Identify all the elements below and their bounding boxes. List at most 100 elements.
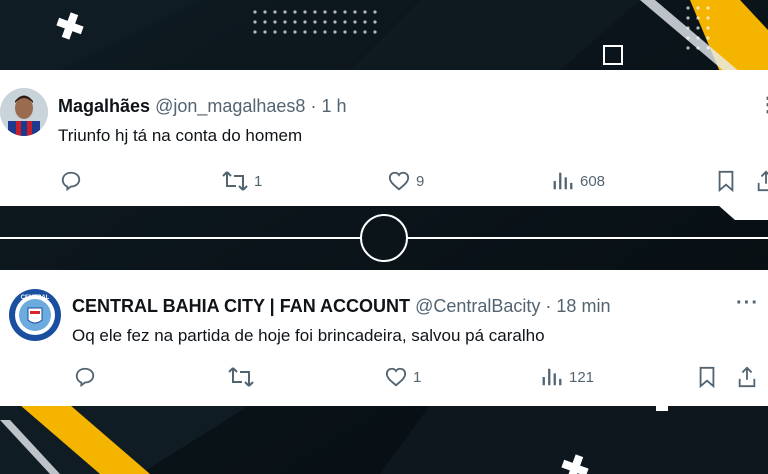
decor-dot — [686, 16, 690, 20]
decor-dot — [696, 6, 700, 10]
retweet-icon — [222, 171, 248, 191]
like-icon — [385, 367, 407, 387]
more-options-button[interactable]: ··· — [736, 292, 759, 315]
views-icon — [542, 368, 562, 386]
avatar[interactable] — [0, 88, 48, 136]
tweet-card[interactable]: Magalhães @jon_magalhaes8 · 1 h ⋮ Triunf… — [0, 70, 768, 206]
decor-dot — [706, 36, 710, 40]
decor-dot — [363, 30, 367, 34]
decor-dot — [263, 10, 267, 14]
decor-dot — [253, 10, 257, 14]
decor-dot — [303, 30, 307, 34]
bookmark-icon — [718, 170, 734, 192]
decor-dot — [323, 20, 327, 24]
more-icon: ··· — [736, 292, 759, 314]
decor-dot — [273, 30, 277, 34]
retweet-button[interactable]: 1 — [222, 170, 262, 192]
like-count: 9 — [416, 172, 425, 190]
decor-dot — [293, 20, 297, 24]
decor-dot — [343, 20, 347, 24]
bookmark-button[interactable] — [697, 366, 717, 388]
like-button[interactable]: 9 — [388, 170, 424, 192]
display-name[interactable]: CENTRAL BAHIA CITY | FAN ACCOUNT — [72, 296, 410, 316]
reply-icon — [75, 367, 95, 388]
club-crest: CENTRAL — [9, 289, 61, 341]
retweet-icon — [228, 367, 254, 387]
decor-dot — [283, 30, 287, 34]
avatar[interactable]: CENTRAL — [8, 288, 62, 342]
handle[interactable]: @CentralBacity — [415, 296, 540, 316]
decor-dot — [303, 20, 307, 24]
bookmark-icon — [699, 366, 715, 388]
decor-dot — [263, 30, 267, 34]
bookmark-button[interactable] — [716, 170, 736, 192]
decor-dot — [696, 36, 700, 40]
avatar-photo — [0, 88, 48, 136]
decor-dot — [373, 30, 377, 34]
share-icon — [738, 366, 756, 388]
separator: · — [545, 296, 552, 316]
views-icon — [553, 172, 573, 190]
decor-dot — [706, 6, 710, 10]
decor-dot — [696, 16, 700, 20]
reply-button[interactable] — [60, 170, 88, 192]
decor-dot — [363, 20, 367, 24]
display-name[interactable]: Magalhães — [58, 96, 150, 116]
decor-dot — [273, 10, 277, 14]
tweet-header: CENTRAL BAHIA CITY | FAN ACCOUNT @Centra… — [72, 296, 610, 317]
more-options-button[interactable]: ⋮ — [758, 92, 768, 117]
decor-dot — [353, 20, 357, 24]
decor-dot — [706, 16, 710, 20]
decor-dot — [363, 10, 367, 14]
decor-dot — [353, 10, 357, 14]
retweet-button[interactable] — [228, 366, 260, 388]
decor-dot — [313, 30, 317, 34]
decor-dot — [696, 46, 700, 50]
tweet-header: Magalhães @jon_magalhaes8 · 1 h — [58, 96, 347, 117]
decor-dot — [686, 46, 690, 50]
decor-dot — [706, 46, 710, 50]
decor-dot — [343, 10, 347, 14]
decor-dot — [706, 26, 710, 30]
decor-dot — [253, 20, 257, 24]
retweet-count: 1 — [254, 172, 263, 190]
separator: · — [310, 96, 317, 116]
share-icon — [757, 170, 768, 192]
decor-dot — [333, 20, 337, 24]
timestamp[interactable]: 18 min — [556, 296, 610, 316]
decor-dot — [263, 20, 267, 24]
tweet-text: Triunfo hj tá na conta do homem — [58, 126, 303, 145]
like-count: 1 — [413, 368, 422, 386]
share-button[interactable] — [756, 170, 768, 192]
like-icon — [388, 171, 410, 191]
like-button[interactable]: 1 — [385, 366, 421, 388]
decor-dot — [686, 36, 690, 40]
decor-dot — [333, 10, 337, 14]
decor-dot — [313, 20, 317, 24]
view-count: 608 — [580, 172, 606, 190]
views-button[interactable]: 121 — [541, 366, 594, 388]
reply-icon — [61, 171, 81, 192]
handle[interactable]: @jon_magalhaes8 — [155, 96, 305, 116]
decor-dot — [293, 10, 297, 14]
view-count: 121 — [569, 368, 595, 386]
reply-button[interactable] — [74, 366, 102, 388]
decor-dot — [303, 10, 307, 14]
timestamp[interactable]: 1 h — [321, 96, 346, 116]
decor-dot — [686, 6, 690, 10]
crest-text: CENTRAL — [21, 295, 50, 301]
tweet-card[interactable]: CENTRAL CENTRAL BAHIA CITY | FAN ACCOUNT… — [0, 270, 768, 406]
decor-dot — [343, 30, 347, 34]
decor-dot — [323, 10, 327, 14]
tweet-text: Oq ele fez na partida de hoje foi brinca… — [72, 326, 545, 345]
decor-dot — [686, 26, 690, 30]
decor-dot — [293, 30, 297, 34]
views-button[interactable]: 608 — [552, 170, 605, 192]
decor-dot — [373, 10, 377, 14]
decor-dot — [333, 30, 337, 34]
decor-dot — [696, 26, 700, 30]
decor-dot — [373, 20, 377, 24]
decor-dot — [283, 10, 287, 14]
share-button[interactable] — [737, 366, 757, 388]
decor-dot — [353, 30, 357, 34]
